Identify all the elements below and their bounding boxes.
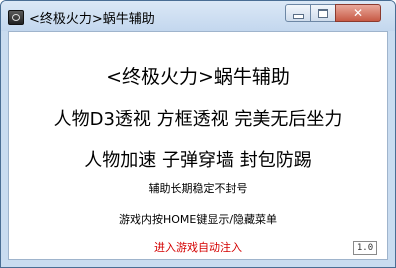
maximize-icon — [318, 8, 328, 18]
minimize-icon — [292, 13, 304, 19]
window-title: <终极火力>蜗牛辅助 — [29, 12, 155, 27]
heading-label: <终极火力>蜗牛辅助 — [106, 66, 290, 88]
close-button[interactable]: ✕ — [335, 4, 381, 22]
app-window: <终极火力>蜗牛辅助 ✕ <终极火力>蜗牛辅助 人物D3透视 方框透视 完美无后… — [0, 0, 396, 268]
features-label-1: 人物D3透视 方框透视 完美无后坐力 — [53, 109, 343, 130]
minimize-button[interactable] — [285, 4, 311, 22]
hotkey-note: 游戏内按HOME键显示/隐藏菜单 — [118, 213, 278, 226]
features-label-2: 人物加速 子弹穿墙 封包防踢 — [84, 150, 312, 171]
inject-status: 进入游戏自动注入 — [154, 241, 242, 254]
close-icon: ✕ — [352, 6, 364, 20]
app-icon[interactable] — [8, 10, 24, 25]
version-badge: 1.0 — [353, 241, 377, 255]
title-bar[interactable]: <终极火力>蜗牛辅助 ✕ — [1, 1, 395, 31]
client-area: <终极火力>蜗牛辅助 人物D3透视 方框透视 完美无后坐力 人物加速 子弹穿墙 … — [8, 31, 388, 260]
maximize-button[interactable] — [310, 4, 336, 22]
stability-note: 辅助长期稳定不封号 — [148, 182, 248, 195]
